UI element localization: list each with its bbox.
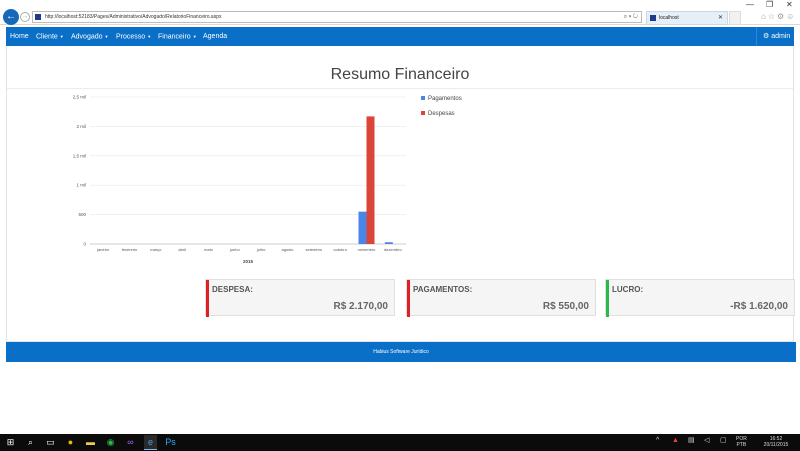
card-pagamentos-label: PAGAMENTOS: — [413, 285, 473, 294]
layout-code: PTB — [736, 442, 747, 448]
y-tick-label: 1,5 mil — [73, 153, 86, 158]
internet-explorer-icon[interactable]: e — [144, 435, 157, 450]
x-tick-label: junho — [229, 247, 241, 252]
windows-start-icon[interactable]: ⊞ — [4, 435, 17, 450]
bar-pagamentos — [358, 211, 367, 244]
y-tick-label: 1 mil — [76, 183, 86, 188]
x-axis-label: 2015 — [243, 259, 254, 264]
chrome-icon[interactable]: ● — [64, 435, 77, 450]
page-footer: Habius Software Jurídico — [6, 342, 796, 362]
card-despesa-value: R$ 2.170,00 — [333, 301, 389, 312]
legend-label: Pagamentos — [428, 96, 462, 102]
language-indicator[interactable]: POR PTB — [736, 436, 747, 448]
system-tray: ^ ▲ ▤ ◁ ▢ POR PTB 16:52 20/11/2015 — [650, 434, 800, 451]
legend-swatch — [421, 96, 425, 100]
x-tick-label: março — [150, 247, 162, 252]
card-despesa: DESPESA: R$ 2.170,00 — [205, 279, 395, 317]
x-tick-label: setembro — [305, 247, 322, 252]
task-view-icon[interactable]: ▭ — [44, 435, 57, 450]
x-tick-label: julho — [256, 247, 266, 252]
taskbar: ⊞ ⌕ ▭ ● ▬ ◉ ∞ e Ps ^ ▲ ▤ ◁ ▢ POR PTB 16:5… — [0, 434, 800, 451]
clock[interactable]: 16:52 20/11/2015 — [758, 436, 794, 448]
card-despesa-accent — [206, 280, 209, 317]
legend-label: Despesas — [428, 111, 455, 117]
x-tick-label: fevereiro — [122, 247, 138, 252]
whatsapp-icon[interactable]: ◉ — [104, 435, 117, 450]
x-tick-label: maio — [204, 247, 213, 252]
network-icon[interactable]: ▤ — [688, 437, 695, 444]
notification-icon[interactable]: ▢ — [720, 437, 727, 444]
card-lucro-accent — [606, 280, 609, 317]
x-tick-label: novembro — [358, 247, 377, 252]
tray-chevron-icon[interactable]: ^ — [656, 437, 659, 444]
financial-bar-chart: 0 500 1 mil 1,5 mil 2 mil 2,5 mil janeiro fever… — [73, 95, 462, 265]
card-despesa-label: DESPESA: — [212, 285, 253, 294]
visual-studio-icon[interactable]: ∞ — [124, 435, 137, 450]
y-tick-label: 500 — [78, 212, 86, 217]
photoshop-icon[interactable]: Ps — [164, 435, 177, 450]
y-tick-label: 0 — [83, 242, 86, 247]
card-lucro-label: LUCRO: — [612, 285, 644, 294]
bar-pagamentos — [384, 242, 393, 244]
x-tick-label: abril — [178, 247, 186, 252]
x-tick-label: janeiro — [96, 247, 110, 252]
screen: — ❐ ✕ ← → http://localhost:52183/Pages/A… — [0, 0, 800, 451]
card-pagamentos: PAGAMENTOS: R$ 550,00 — [406, 279, 596, 317]
legend-swatch — [421, 111, 425, 115]
x-tick-label: dezembro — [384, 247, 403, 252]
clock-date: 20/11/2015 — [763, 442, 789, 448]
volume-icon[interactable]: ◁ — [704, 437, 709, 444]
card-pagamentos-accent — [407, 280, 410, 317]
file-explorer-icon[interactable]: ▬ — [84, 435, 97, 450]
card-lucro: LUCRO: -R$ 1.620,00 — [605, 279, 795, 317]
warning-icon[interactable]: ▲ — [672, 437, 679, 444]
bar-despesas — [366, 116, 375, 244]
x-tick-label: outubro — [333, 247, 347, 252]
footer-text: Habius Software Jurídico — [373, 349, 429, 355]
y-tick-label: 2 mil — [76, 124, 86, 129]
search-icon[interactable]: ⌕ — [24, 435, 37, 450]
x-tick-label: agosto — [281, 247, 294, 252]
card-lucro-value: -R$ 1.620,00 — [730, 301, 788, 312]
card-pagamentos-value: R$ 550,00 — [542, 301, 589, 312]
y-tick-label: 2,5 mil — [73, 95, 86, 100]
